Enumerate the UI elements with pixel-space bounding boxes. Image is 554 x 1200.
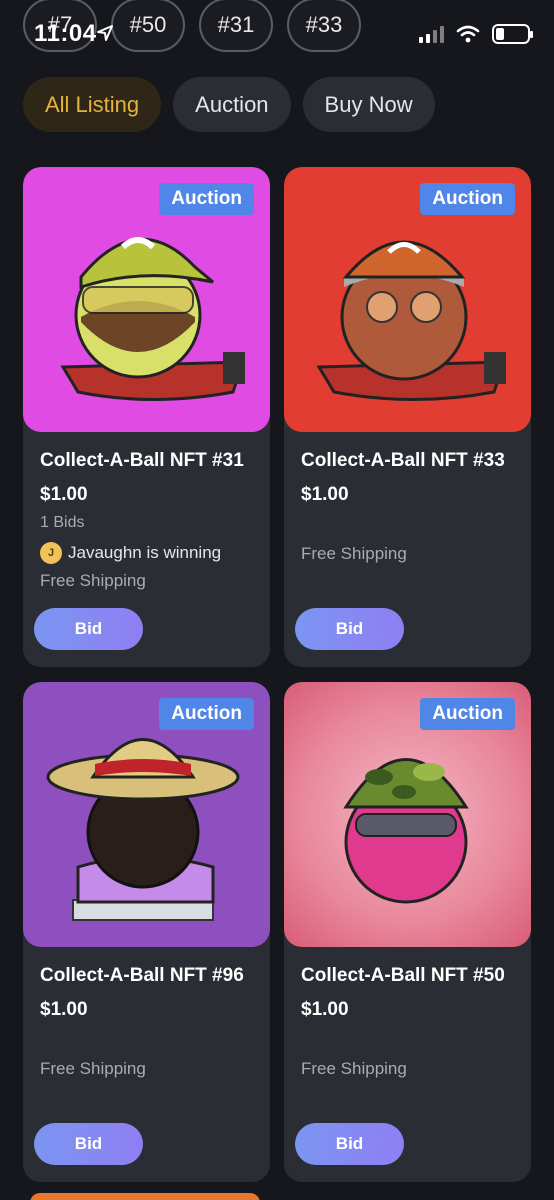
chip-label: #50: [129, 12, 167, 37]
tab-all-listing[interactable]: All Listing: [23, 77, 162, 132]
listing-filter-tabs: All Listing Auction Buy Now: [23, 77, 435, 132]
battery-icon: [492, 24, 533, 44]
listing-price: $1.00: [301, 484, 349, 505]
shipping-info: Free Shipping: [301, 544, 407, 563]
listing-card-96[interactable]: Auction Collect-A-Ball NFT #96 $1.00 Fre…: [23, 682, 270, 1182]
chip-label: #31: [217, 12, 255, 37]
bid-button[interactable]: Bid: [34, 1123, 143, 1165]
listing-title: Collect-A-Ball NFT #96: [40, 965, 244, 986]
auction-badge: Auction: [159, 183, 254, 215]
chip-50[interactable]: #50: [111, 0, 185, 52]
bid-button[interactable]: Bid: [34, 608, 143, 650]
chip-label: #33: [305, 12, 343, 37]
listing-title: Collect-A-Ball NFT #50: [301, 965, 505, 986]
listing-card-31[interactable]: Auction Collect-A-Ball NFT #31 $1.00 1 B…: [23, 167, 270, 667]
listing-price: $1.00: [40, 484, 88, 505]
shipping-info: Free Shipping: [40, 1059, 146, 1078]
listing-price: $1.00: [40, 999, 88, 1020]
next-card-peek: [30, 1193, 260, 1200]
nft-artwork[interactable]: Auction: [284, 167, 531, 432]
winning-bidder-text: Javaughn is winning: [68, 543, 222, 562]
location-arrow-icon: [97, 25, 113, 41]
auction-badge: Auction: [420, 183, 515, 215]
listing-title: Collect-A-Ball NFT #33: [301, 450, 505, 471]
auction-badge: Auction: [420, 698, 515, 730]
nft-artwork[interactable]: Auction: [23, 167, 270, 432]
bidder-avatar: J: [40, 542, 62, 564]
status-time: 11:04: [34, 20, 97, 47]
nft-artwork[interactable]: Auction: [23, 682, 270, 947]
bid-count: 1 Bids: [40, 514, 85, 531]
listing-card-33[interactable]: Auction Collect-A-Ball NFT #33 $1.00 Fre…: [284, 167, 531, 667]
listing-title: Collect-A-Ball NFT #31: [40, 450, 244, 471]
bid-button[interactable]: Bid: [295, 608, 404, 650]
shipping-info: Free Shipping: [301, 1059, 407, 1078]
tab-buy-now[interactable]: Buy Now: [302, 77, 435, 132]
chip-31[interactable]: #31: [199, 0, 273, 52]
cellular-signal-icon: [419, 25, 444, 43]
nft-artwork[interactable]: Auction: [284, 682, 531, 947]
shipping-info: Free Shipping: [40, 571, 146, 590]
listing-grid: Auction Collect-A-Ball NFT #31 $1.00 1 B…: [23, 167, 531, 1182]
winning-bidder: J Javaughn is winning: [40, 542, 253, 564]
wifi-icon: [456, 25, 480, 43]
system-indicators: [419, 24, 533, 44]
tab-auction[interactable]: Auction: [173, 77, 291, 132]
bid-button[interactable]: Bid: [295, 1123, 404, 1165]
auction-badge: Auction: [159, 698, 254, 730]
listing-card-50[interactable]: Auction Collect-A-Ball NFT #50 $1.00 Fre…: [284, 682, 531, 1182]
chip-33[interactable]: #33: [287, 0, 361, 52]
listing-price: $1.00: [301, 999, 349, 1020]
